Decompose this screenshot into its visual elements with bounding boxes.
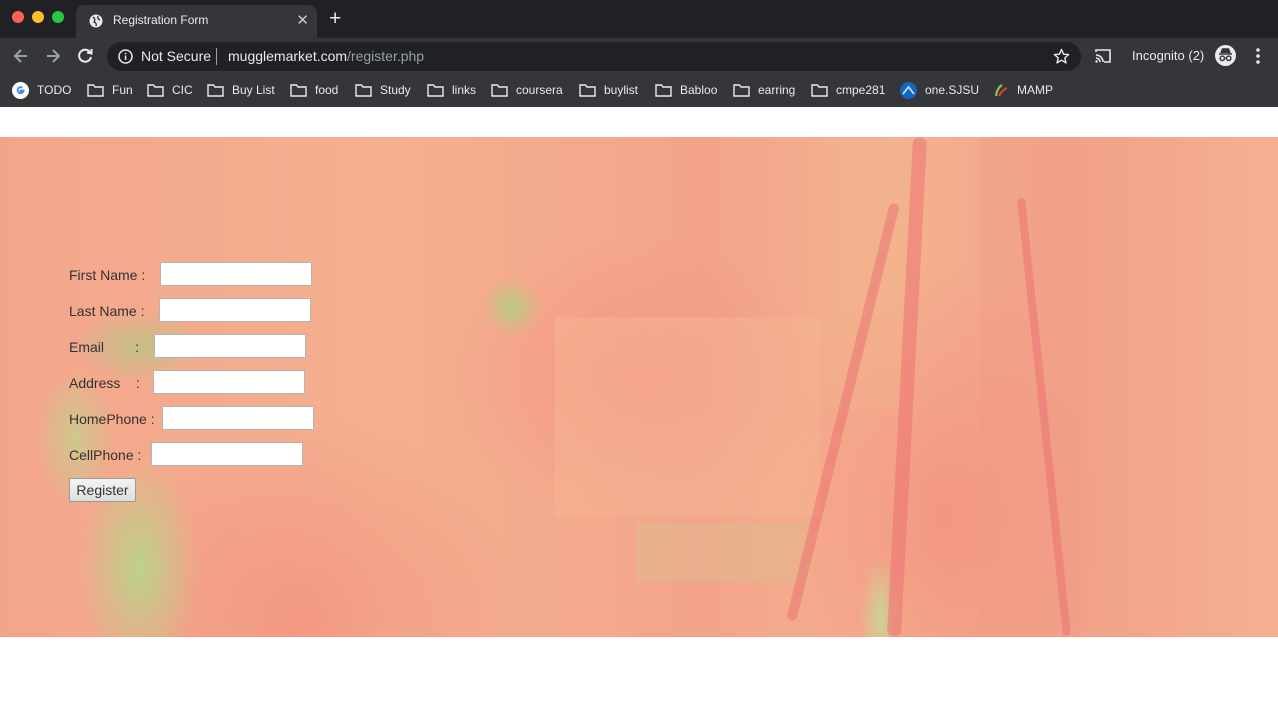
globe-icon bbox=[89, 14, 103, 28]
folder-icon bbox=[811, 84, 828, 97]
minimize-window-button[interactable] bbox=[32, 11, 44, 23]
page-header-area bbox=[0, 107, 1278, 137]
security-label[interactable]: Not Secure bbox=[141, 48, 211, 64]
register-button[interactable]: Register bbox=[69, 478, 136, 502]
first-name-label: First Name : bbox=[69, 267, 146, 283]
email-input[interactable] bbox=[154, 334, 306, 358]
address-separator bbox=[216, 48, 217, 65]
google-icon bbox=[12, 81, 29, 99]
bookmark-label: Babloo bbox=[680, 83, 718, 97]
folder-icon bbox=[87, 84, 104, 97]
tab-registration-form[interactable]: Registration Form ✕ bbox=[76, 5, 317, 38]
bookmark-buylist[interactable]: buylist bbox=[579, 80, 638, 100]
reload-icon[interactable] bbox=[75, 46, 95, 66]
bookmark-cic[interactable]: CIC bbox=[147, 80, 193, 100]
close-window-button[interactable] bbox=[12, 11, 24, 23]
email-label: Email : bbox=[69, 339, 140, 355]
background-panel bbox=[820, 137, 905, 407]
bookmark-label: one.SJSU bbox=[925, 83, 980, 97]
title-bar: Registration Form ✕ + bbox=[0, 0, 1278, 38]
url-text[interactable]: mugglemarket.com/register.php bbox=[228, 48, 424, 64]
mamp-icon bbox=[994, 83, 1008, 97]
bookmark-label: links bbox=[452, 83, 477, 97]
sjsu-icon bbox=[900, 81, 917, 99]
folder-icon bbox=[655, 84, 672, 97]
bookmark-todo[interactable]: TODO bbox=[12, 80, 71, 100]
bookmark-label: Study bbox=[380, 83, 411, 97]
folder-icon bbox=[491, 84, 508, 97]
bookmark-label: Fun bbox=[112, 83, 133, 97]
bookmark-study[interactable]: Study bbox=[355, 80, 411, 100]
bookmark-earring[interactable]: earring bbox=[733, 80, 795, 100]
bookmark-label: buylist bbox=[604, 83, 639, 97]
folder-icon bbox=[355, 84, 372, 97]
bookmark-food[interactable]: food bbox=[290, 80, 338, 100]
cell-phone-input[interactable] bbox=[151, 442, 303, 466]
home-phone-input[interactable] bbox=[162, 406, 314, 430]
bookmark-babloo[interactable]: Babloo bbox=[655, 80, 717, 100]
address-input[interactable] bbox=[153, 370, 305, 394]
folder-icon bbox=[427, 84, 444, 97]
bookmark-label: food bbox=[315, 83, 339, 97]
cast-icon[interactable] bbox=[1094, 47, 1112, 65]
bookmark-mamp[interactable]: MAMP bbox=[993, 80, 1053, 100]
incognito-icon[interactable] bbox=[1215, 45, 1236, 66]
browser-toolbar: Not Secure mugglemarket.com/register.php… bbox=[0, 38, 1278, 75]
url-host: mugglemarket.com bbox=[228, 48, 348, 64]
url-path: /register.php bbox=[347, 48, 425, 64]
cell-phone-label: CellPhone : bbox=[69, 447, 142, 463]
bookmark-cmpe281[interactable]: cmpe281 bbox=[811, 80, 885, 100]
folder-icon bbox=[733, 84, 750, 97]
bookmark-links[interactable]: links bbox=[427, 80, 476, 100]
bookmark-star-icon[interactable] bbox=[1053, 48, 1070, 65]
address-label: Address : bbox=[69, 375, 140, 391]
background-panel bbox=[980, 137, 1080, 637]
bookmark-label: Buy List bbox=[232, 83, 275, 97]
folder-icon bbox=[207, 84, 224, 97]
bookmark-label: CIC bbox=[172, 83, 193, 97]
info-icon[interactable] bbox=[118, 49, 133, 64]
folder-icon bbox=[290, 84, 307, 97]
more-menu-icon[interactable] bbox=[1250, 47, 1266, 65]
background-panel bbox=[555, 317, 820, 517]
home-phone-label: HomePhone : bbox=[69, 411, 155, 427]
close-tab-icon[interactable]: ✕ bbox=[296, 11, 309, 31]
forward-arrow-icon[interactable] bbox=[43, 46, 63, 66]
folder-icon bbox=[147, 84, 164, 97]
first-name-input[interactable] bbox=[160, 262, 312, 286]
back-arrow-icon[interactable] bbox=[11, 46, 31, 66]
address-bar[interactable]: Not Secure mugglemarket.com/register.php bbox=[107, 42, 1081, 71]
bookmark-label: cmpe281 bbox=[836, 83, 886, 97]
bookmark-buy-list[interactable]: Buy List bbox=[207, 80, 275, 100]
bookmark-fun[interactable]: Fun bbox=[87, 80, 133, 100]
tab-title: Registration Form bbox=[113, 13, 209, 27]
background-panel bbox=[635, 522, 810, 582]
incognito-label[interactable]: Incognito (2) bbox=[1132, 48, 1204, 63]
bookmarks-bar: TODO Fun CIC Buy List food Study links c… bbox=[0, 75, 1278, 107]
bookmark-coursera[interactable]: coursera bbox=[491, 80, 563, 100]
bookmark-label: TODO bbox=[37, 83, 72, 97]
bookmark-label: MAMP bbox=[1017, 83, 1053, 97]
last-name-label: Last Name : bbox=[69, 303, 145, 319]
folder-icon bbox=[579, 84, 596, 97]
bookmark-label: coursera bbox=[516, 83, 563, 97]
new-tab-button[interactable]: + bbox=[329, 8, 341, 30]
maximize-window-button[interactable] bbox=[52, 11, 64, 23]
bookmark-one-sjsu[interactable]: one.SJSU bbox=[900, 80, 979, 100]
bookmark-label: earring bbox=[758, 83, 796, 97]
last-name-input[interactable] bbox=[159, 298, 311, 322]
